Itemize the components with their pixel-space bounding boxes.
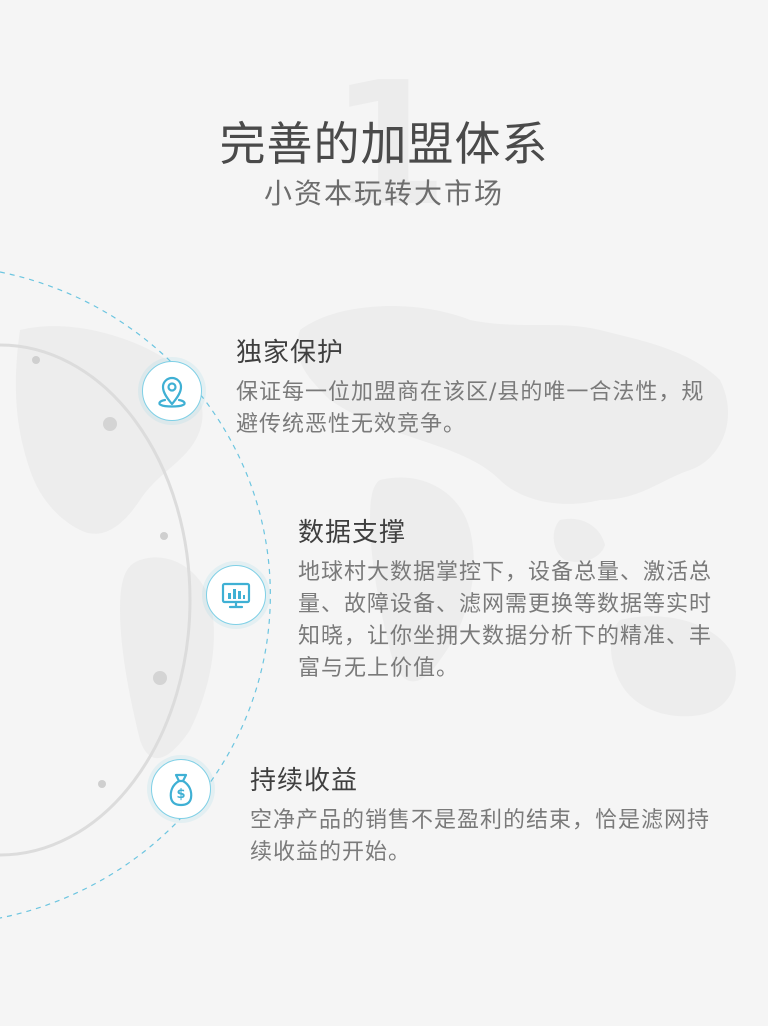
feature-description: 空净产品的销售不是盈利的结束，恰是滤网持续收益的开始。 — [250, 808, 711, 865]
feature-exclusive-protection: 独家保护 保证每一位加盟商在该区/县的唯一合法性，规避传统恶性无效竞争。 — [236, 332, 716, 441]
money-bag-icon: $ — [151, 759, 211, 819]
svg-text:$: $ — [176, 787, 185, 802]
feature-data-support: 数据支撑 地球村大数据掌控下，设备总量、激活总量、故障设备、滤网需更换等数据等实… — [298, 512, 728, 685]
feature-title: 持续收益 — [250, 766, 359, 796]
feature-continuous-revenue: 持续收益 空净产品的销售不是盈利的结束，恰是滤网持续收益的开始。 — [250, 760, 720, 869]
location-pin-icon — [142, 361, 202, 421]
feature-title: 数据支撑 — [298, 518, 407, 548]
arc-dot — [103, 417, 117, 431]
feature-title: 独家保护 — [236, 338, 345, 368]
arc-dot — [32, 356, 40, 364]
feature-description: 地球村大数据掌控下，设备总量、激活总量、故障设备、滤网需更换等数据等实时知晓，让… — [298, 560, 713, 681]
arc-dot — [153, 671, 167, 685]
monitor-chart-icon — [206, 565, 266, 625]
arc-dot — [98, 780, 106, 788]
arc-dot — [160, 532, 168, 540]
feature-description: 保证每一位加盟商在该区/县的唯一合法性，规避传统恶性无效竞争。 — [236, 380, 705, 437]
page: 1 完善的加盟体系 小资本玩转大市场 $ 独家保护 保证每一位加盟商在该区/县的… — [0, 0, 768, 1026]
